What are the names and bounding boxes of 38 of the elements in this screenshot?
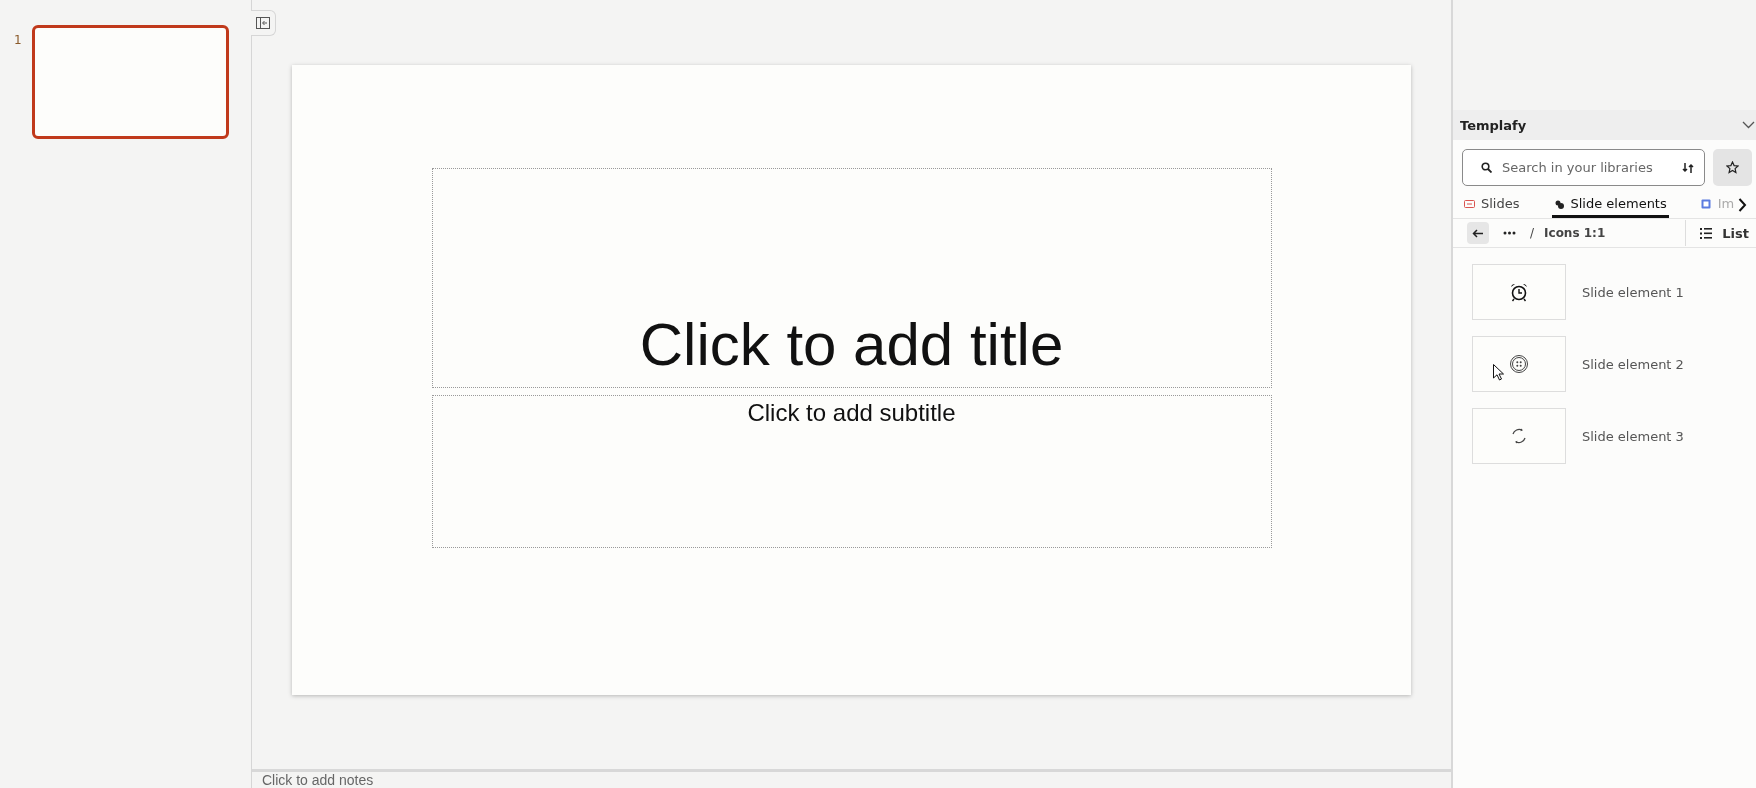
- favorites-button[interactable]: [1713, 149, 1752, 186]
- subtitle-placeholder[interactable]: Click to add subtitle: [431, 395, 1272, 548]
- slide-number: 1: [14, 33, 22, 47]
- breadcrumb-current: Icons 1:1: [1544, 226, 1607, 240]
- tab-icon: [1464, 198, 1475, 209]
- alarm-clock-icon: [1509, 282, 1529, 302]
- tab-icon: [1700, 198, 1712, 209]
- back-button[interactable]: [1467, 222, 1489, 244]
- slide-thumbnail[interactable]: [32, 25, 229, 139]
- element-thumbnail[interactable]: [1472, 336, 1566, 392]
- notes-placeholder[interactable]: Click to add notes: [252, 769, 1451, 788]
- cursor-icon: [1493, 364, 1504, 381]
- button-icon: [1509, 354, 1529, 374]
- element-label[interactable]: Slide element 1: [1582, 284, 1684, 300]
- element-label[interactable]: Slide element 2: [1582, 356, 1684, 372]
- list-icon: [1700, 227, 1713, 239]
- chevron-down-icon: [1742, 121, 1755, 129]
- search-input[interactable]: Search in your libraries: [1500, 159, 1674, 176]
- element-label[interactable]: Slide element 3: [1582, 428, 1684, 444]
- search-icon: [1481, 162, 1492, 173]
- title-placeholder[interactable]: Click to add title: [431, 168, 1272, 388]
- list-view-button[interactable]: List: [1685, 220, 1756, 246]
- collapse-panel-button[interactable]: [1742, 121, 1755, 129]
- collapse-icon: [256, 17, 270, 29]
- search-field[interactable]: Search in your libraries: [1462, 149, 1705, 186]
- panel-title: Templafy: [1460, 117, 1527, 133]
- ellipsis-icon: [1503, 231, 1516, 235]
- tab[interactable]: Slide elements: [1551, 194, 1669, 218]
- element-thumbnail[interactable]: [1472, 408, 1566, 464]
- tab-icon: [1553, 198, 1565, 209]
- tab[interactable]: Slides: [1462, 194, 1522, 218]
- element-thumbnail[interactable]: [1472, 264, 1566, 320]
- back-arrow-icon: [1472, 227, 1484, 239]
- breadcrumb-separator: /: [1530, 226, 1535, 240]
- star-icon: [1726, 161, 1739, 174]
- sort-icon: [1682, 161, 1694, 174]
- chevron-right-icon: [1738, 197, 1748, 212]
- collapse-pane-button[interactable]: [251, 10, 276, 36]
